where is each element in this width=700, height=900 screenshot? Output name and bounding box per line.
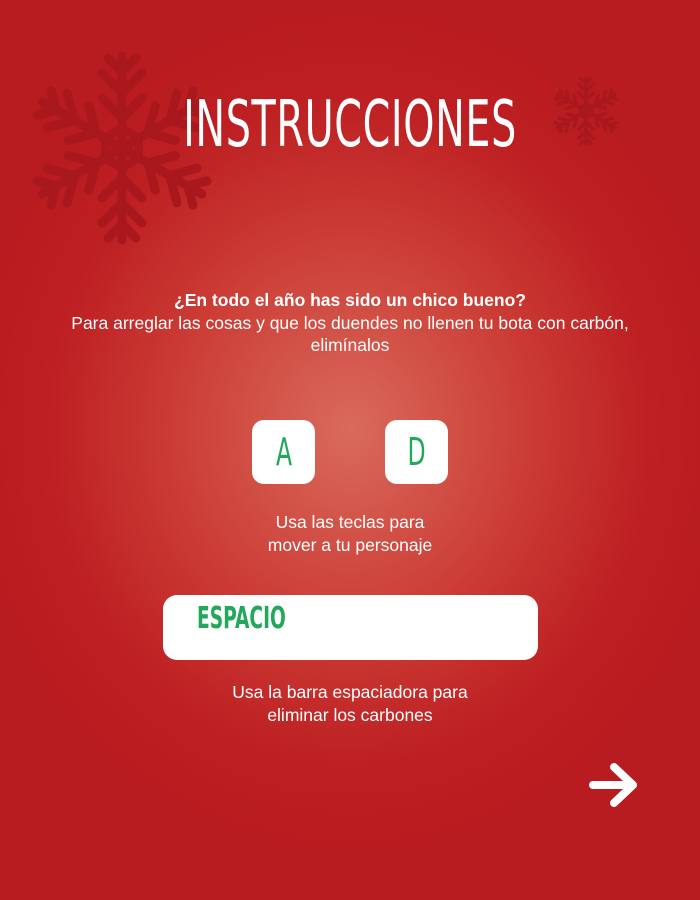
move-caption-line1: Usa las teclas para bbox=[275, 512, 425, 532]
key-d-label: D bbox=[407, 430, 426, 474]
intro-body: Para arreglar las cosas y que los duende… bbox=[71, 312, 629, 356]
space-caption-line1: Usa la barra espaciadora para bbox=[232, 682, 468, 702]
intro-text: ¿En todo el año has sido un chico bueno?… bbox=[60, 289, 640, 357]
key-a-label: A bbox=[275, 430, 292, 474]
page-title: INSTRUCCIONES bbox=[183, 88, 517, 162]
move-caption: Usa las teclas para mover a tu personaje bbox=[150, 511, 550, 556]
key-d: D bbox=[385, 420, 448, 484]
spacebar-label: ESPACIO bbox=[197, 601, 286, 636]
spacebar-key: ESPACIO bbox=[163, 595, 538, 660]
key-a: A bbox=[252, 420, 315, 484]
intro-question: ¿En todo el año has sido un chico bueno? bbox=[174, 290, 526, 310]
arrow-right-icon[interactable] bbox=[586, 760, 642, 810]
space-caption: Usa la barra espaciadora para eliminar l… bbox=[150, 681, 550, 726]
space-caption-line2: eliminar los carbones bbox=[267, 704, 433, 725]
move-caption-line2: mover a tu personaje bbox=[267, 534, 433, 555]
